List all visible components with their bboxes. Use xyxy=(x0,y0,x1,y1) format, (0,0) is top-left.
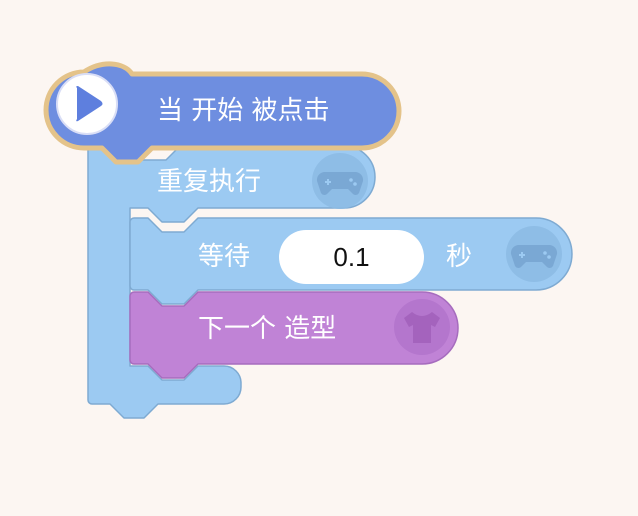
repeat-forever-label: 重复执行 xyxy=(157,167,262,197)
gamepad-icon xyxy=(312,153,368,209)
script-canvas: 当 开始 被点击 重复执行 等待 0.1 秒 下一个 造型 xyxy=(0,0,638,516)
next-costume-label: 下一个 造型 xyxy=(198,314,337,344)
wait-seconds-input[interactable]: 0.1 xyxy=(279,230,424,284)
wait-label: 等待 xyxy=(198,242,251,272)
shirt-icon xyxy=(394,299,450,355)
when-start-clicked-label: 当 开始 被点击 xyxy=(157,96,330,126)
gamepad-icon xyxy=(506,226,562,282)
seconds-label: 秒 xyxy=(446,242,473,272)
play-icon[interactable] xyxy=(56,73,118,135)
